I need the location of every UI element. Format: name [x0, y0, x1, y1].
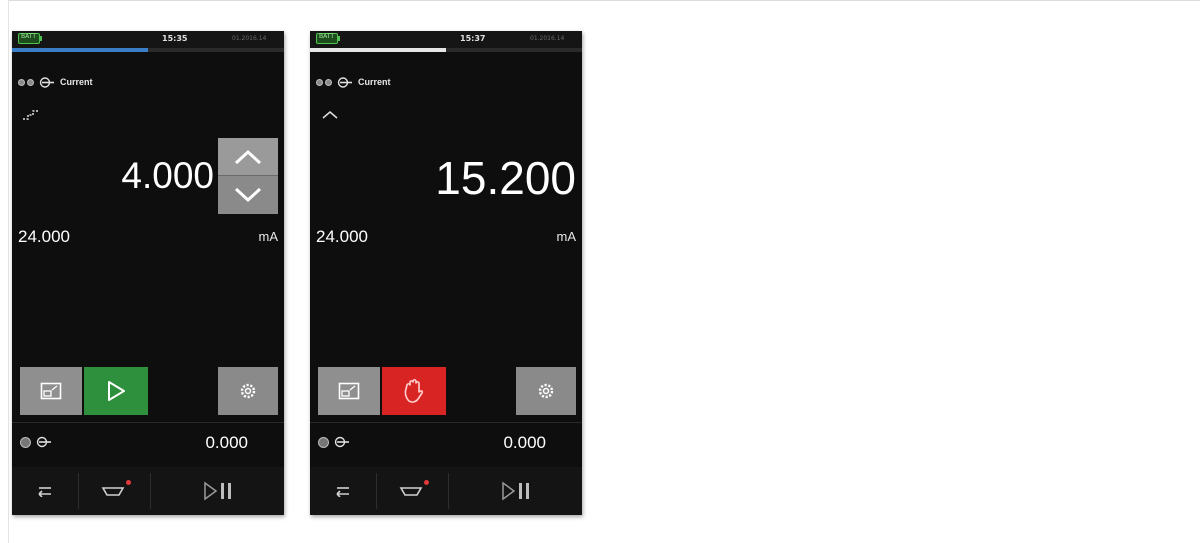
plug-icon	[337, 76, 352, 88]
progress-fill	[12, 48, 148, 52]
secondary-measurement-row[interactable]: 0.000	[12, 423, 284, 463]
play-pause-icon	[204, 481, 231, 501]
sensor-button[interactable]	[80, 467, 148, 515]
unit-label: mA	[556, 229, 577, 244]
progress-bar	[12, 48, 284, 52]
hand-stop-icon	[404, 379, 424, 403]
progress-bar	[310, 48, 582, 52]
channel-label: Current	[60, 77, 93, 87]
range-value: 24.000	[316, 227, 368, 246]
window-icon	[338, 382, 360, 400]
battery-label: BATT	[319, 33, 334, 40]
notification-dot	[126, 480, 131, 485]
page-top-border	[8, 0, 1200, 1]
settings-button[interactable]	[516, 367, 576, 415]
status-bar: BATT 15:35 01.2016.14	[12, 31, 284, 48]
view-button[interactable]	[20, 367, 82, 415]
increment-button[interactable]	[218, 138, 278, 176]
channel-dots-icon	[18, 78, 34, 86]
status-bar: BATT 15:37 01.2016.14	[310, 31, 582, 48]
output-value[interactable]: 15.200	[435, 151, 576, 205]
output-value[interactable]: 4.000	[121, 155, 214, 197]
nav-separator	[448, 473, 449, 509]
date: 01.2016.14	[232, 35, 267, 42]
plug-icon	[36, 436, 51, 448]
page-left-border	[8, 0, 9, 543]
gear-icon	[538, 383, 554, 399]
battery-icon: BATT	[316, 33, 340, 44]
progress-fill	[310, 48, 446, 52]
clock: 15:35	[162, 34, 188, 43]
back-button[interactable]	[12, 467, 76, 515]
chevron-down-icon	[234, 187, 262, 202]
battery-icon: BATT	[18, 33, 42, 44]
secondary-value: 0.000	[205, 433, 248, 452]
date: 01.2016.14	[530, 35, 565, 42]
stop-button[interactable]	[382, 367, 446, 415]
channel-header[interactable]: Current	[316, 74, 391, 90]
nav-separator	[78, 473, 79, 509]
back-button[interactable]	[310, 467, 374, 515]
channel-label: Current	[358, 77, 391, 87]
step-icon[interactable]	[22, 107, 42, 123]
bottom-nav	[12, 467, 284, 515]
nav-separator	[150, 473, 151, 509]
chevron-up-icon	[234, 149, 262, 164]
run-pause-button[interactable]	[152, 467, 284, 515]
settings-button[interactable]	[218, 367, 278, 415]
decrement-button[interactable]	[218, 176, 278, 213]
view-button[interactable]	[318, 367, 380, 415]
play-icon	[108, 381, 125, 401]
back-icon	[336, 487, 349, 497]
channel-header[interactable]: Current	[18, 74, 93, 90]
nav-separator	[376, 473, 377, 509]
sensor-icon	[399, 487, 423, 496]
play-button[interactable]	[84, 367, 148, 415]
calibrator-screen-1: BATT 15:35 01.2016.14 Current 4.000 24.0…	[12, 31, 284, 515]
gear-icon	[240, 383, 256, 399]
calibrator-screen-2: BATT 15:37 01.2016.14 Current 15.200 24.…	[310, 31, 582, 515]
channel-dot-icon	[20, 437, 31, 448]
sensor-icon	[101, 487, 125, 496]
secondary-measurement-row[interactable]: 0.000	[310, 423, 582, 463]
clock: 15:37	[460, 34, 486, 43]
unit-label: mA	[258, 229, 279, 244]
secondary-value: 0.000	[503, 433, 546, 452]
value-stepper[interactable]	[218, 138, 278, 214]
plug-icon	[334, 436, 349, 448]
run-pause-button[interactable]	[450, 467, 582, 515]
window-icon	[40, 382, 62, 400]
channel-dots-icon	[316, 78, 332, 86]
channel-dot-icon	[318, 437, 329, 448]
back-icon	[38, 487, 51, 497]
play-pause-icon	[502, 481, 529, 501]
notification-dot	[424, 480, 429, 485]
plug-icon	[39, 76, 54, 88]
bottom-nav	[310, 467, 582, 515]
range-value: 24.000	[18, 227, 70, 246]
sensor-button[interactable]	[378, 467, 446, 515]
battery-label: BATT	[21, 33, 36, 40]
ramp-icon[interactable]	[320, 107, 340, 123]
